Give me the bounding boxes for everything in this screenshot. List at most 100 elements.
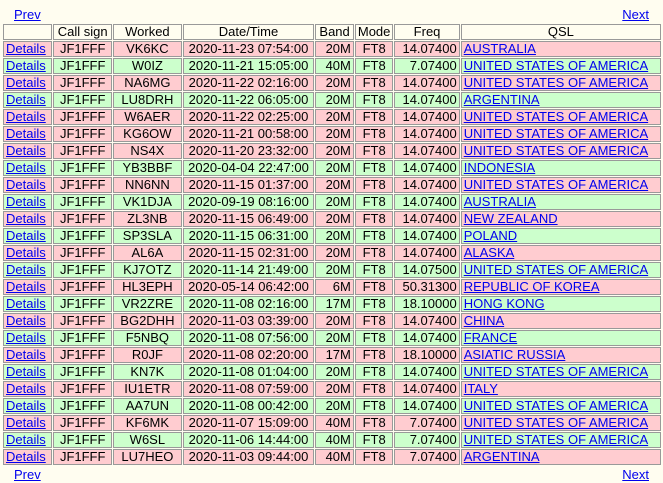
details-link[interactable]: Details (6, 229, 46, 243)
details-link[interactable]: Details (6, 161, 46, 175)
date-time-cell: 2020-11-08 02:16:00 (182, 296, 315, 312)
band-cell: 20M (315, 194, 354, 210)
qso-log-table: Call sign Worked Date/Time Band Mode Fre… (2, 23, 662, 466)
qsl-country-link[interactable]: ITALY (464, 382, 498, 396)
details-link[interactable]: Details (6, 433, 46, 447)
qsl-country-link[interactable]: UNITED STATES OF AMERICA (464, 144, 648, 158)
mode-cell: FT8 (354, 75, 394, 91)
mode-cell: FT8 (354, 177, 394, 193)
qsl-country-link[interactable]: UNITED STATES OF AMERICA (464, 433, 648, 447)
qsl-country-link[interactable]: INDONESIA (464, 161, 536, 175)
details-link[interactable]: Details (6, 280, 46, 294)
details-link[interactable]: Details (6, 127, 46, 141)
details-link[interactable]: Details (6, 450, 46, 464)
details-link[interactable]: Details (6, 246, 46, 260)
mode-cell: FT8 (354, 41, 394, 57)
mode-cell: FT8 (354, 194, 394, 210)
qsl-cell: UNITED STATES OF AMERICA (460, 398, 661, 414)
details-link[interactable]: Details (6, 195, 46, 209)
band-cell: 20M (315, 126, 354, 142)
details-link[interactable]: Details (6, 365, 46, 379)
qsl-country-link[interactable]: UNITED STATES OF AMERICA (464, 365, 648, 379)
details-link[interactable]: Details (6, 212, 46, 226)
qsl-country-link[interactable]: UNITED STATES OF AMERICA (464, 110, 648, 124)
details-link[interactable]: Details (6, 178, 46, 192)
details-link[interactable]: Details (6, 382, 46, 396)
date-time-cell: 2020-11-08 01:04:00 (182, 364, 315, 380)
qsl-country-link[interactable]: HONG KONG (464, 297, 545, 311)
qsl-country-link[interactable]: ALASKA (464, 246, 515, 260)
worked-cell: VR2ZRE (113, 296, 182, 312)
freq-cell: 14.07400 (394, 398, 460, 414)
qsl-country-link[interactable]: UNITED STATES OF AMERICA (464, 399, 648, 413)
details-link[interactable]: Details (6, 263, 46, 277)
details-cell: Details (3, 449, 53, 465)
table-row: Details JF1FFF W6SL 2020-11-06 14:44:00 40M F… (3, 432, 661, 448)
date-time-cell: 2020-11-03 09:44:00 (182, 449, 315, 465)
qsl-country-link[interactable]: ARGENTINA (464, 93, 540, 107)
table-row: Details JF1FFF KJ7OTZ 2020-11-14 21:49:00 20… (3, 262, 661, 278)
band-cell: 20M (315, 313, 354, 329)
date-time-cell: 2020-11-20 23:32:00 (182, 143, 315, 159)
date-time-cell: 2020-05-14 06:42:00 (182, 279, 315, 295)
call-sign-cell: JF1FFF (53, 347, 113, 363)
qsl-country-link[interactable]: POLAND (464, 229, 517, 243)
details-link[interactable]: Details (6, 314, 46, 328)
band-cell: 20M (315, 262, 354, 278)
table-row: Details JF1FFF AL6A 2020-11-15 02:31:00 20M F… (3, 245, 661, 261)
qsl-country-link[interactable]: UNITED STATES OF AMERICA (464, 59, 648, 73)
worked-cell: AA7UN (113, 398, 182, 414)
qsl-country-link[interactable]: ARGENTINA (464, 450, 540, 464)
details-link[interactable]: Details (6, 42, 46, 56)
qsl-country-link[interactable]: UNITED STATES OF AMERICA (464, 76, 648, 90)
details-cell: Details (3, 364, 53, 380)
table-row: Details JF1FFF F5NBQ 2020-11-08 07:56:00 20M… (3, 330, 661, 346)
freq-cell: 14.07400 (394, 160, 460, 176)
call-sign-cell: JF1FFF (53, 126, 113, 142)
band-cell: 20M (315, 92, 354, 108)
details-link[interactable]: Details (6, 59, 46, 73)
qsl-country-link[interactable]: UNITED STATES OF AMERICA (464, 416, 648, 430)
details-link[interactable]: Details (6, 331, 46, 345)
qsl-country-link[interactable]: CHINA (464, 314, 504, 328)
table-row: Details JF1FFF NS4X 2020-11-20 23:32:00 20M F… (3, 143, 661, 159)
details-link[interactable]: Details (6, 144, 46, 158)
mode-cell: FT8 (354, 415, 394, 431)
qsl-country-link[interactable]: UNITED STATES OF AMERICA (464, 263, 648, 277)
details-link[interactable]: Details (6, 399, 46, 413)
next-link[interactable]: Next (622, 7, 649, 23)
details-link[interactable]: Details (6, 297, 46, 311)
qsl-cell: UNITED STATES OF AMERICA (460, 143, 661, 159)
freq-cell: 14.07400 (394, 245, 460, 261)
qsl-cell: ARGENTINA (460, 449, 661, 465)
details-link[interactable]: Details (6, 416, 46, 430)
details-link[interactable]: Details (6, 76, 46, 90)
details-link[interactable]: Details (6, 93, 46, 107)
worked-cell: NA6MG (113, 75, 182, 91)
table-row: Details JF1FFF LU7HEO 2020-11-03 09:44:00 40… (3, 449, 661, 465)
freq-cell: 14.07400 (394, 41, 460, 57)
qsl-cell: UNITED STATES OF AMERICA (460, 75, 661, 91)
details-link[interactable]: Details (6, 110, 46, 124)
call-sign-cell: JF1FFF (53, 109, 113, 125)
qsl-country-link[interactable]: UNITED STATES OF AMERICA (464, 178, 648, 192)
worked-cell: SP3SLA (113, 228, 182, 244)
band-cell: 17M (315, 296, 354, 312)
mode-cell: FT8 (354, 449, 394, 465)
next-link-bottom[interactable]: Next (622, 467, 649, 483)
freq-cell: 14.07400 (394, 211, 460, 227)
qsl-country-link[interactable]: ASIATIC RUSSIA (464, 348, 566, 362)
qsl-country-link[interactable]: NEW ZEALAND (464, 212, 558, 226)
qsl-country-link[interactable]: REPUBLIC OF KOREA (464, 280, 600, 294)
prev-link-bottom[interactable]: Prev (14, 467, 41, 483)
qsl-country-link[interactable]: AUSTRALIA (464, 195, 536, 209)
qsl-country-link[interactable]: AUSTRALIA (464, 42, 536, 56)
details-link[interactable]: Details (6, 348, 46, 362)
worked-cell: VK1DJA (113, 194, 182, 210)
qsl-cell: UNITED STATES OF AMERICA (460, 364, 661, 380)
prev-link[interactable]: Prev (14, 7, 41, 23)
details-cell: Details (3, 58, 53, 74)
qsl-country-link[interactable]: UNITED STATES OF AMERICA (464, 127, 648, 141)
worked-cell: HL3EPH (113, 279, 182, 295)
qsl-country-link[interactable]: FRANCE (464, 331, 517, 345)
